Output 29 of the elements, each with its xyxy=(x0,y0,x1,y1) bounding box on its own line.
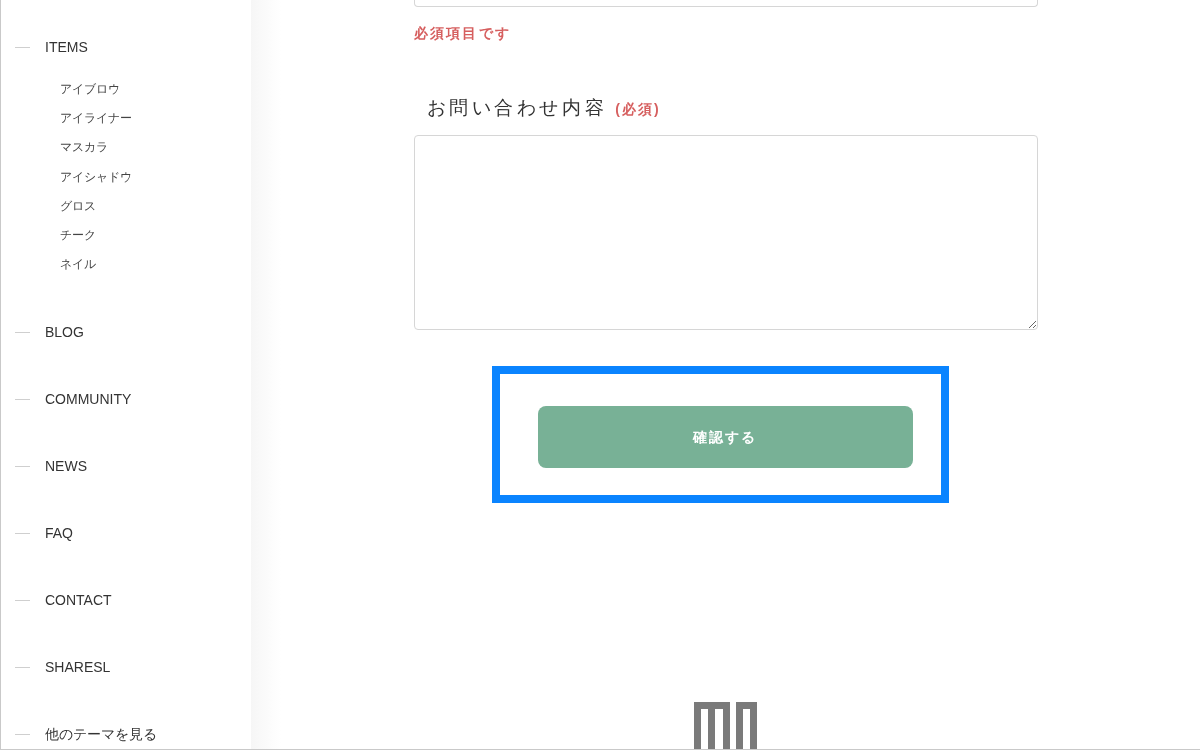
sidebar-sublink[interactable]: アイシャドウ xyxy=(60,168,132,185)
sidebar-sublink[interactable]: アイブロウ xyxy=(60,80,120,97)
sidebar-link[interactable]: CONTACT xyxy=(45,590,112,611)
sidebar-link[interactable]: 他のテーマを見る xyxy=(45,724,157,745)
sidebar-sublink[interactable]: ネイル xyxy=(60,256,96,273)
sidebar-link[interactable]: BLOG xyxy=(45,322,84,343)
sidebar-link[interactable]: COMMUNITY xyxy=(45,389,132,410)
dash-icon xyxy=(15,46,30,48)
sidebar-sublink[interactable]: マスカラ xyxy=(60,139,108,156)
required-mark: (必須) xyxy=(615,100,661,119)
dash-icon xyxy=(15,398,30,400)
message-textarea[interactable] xyxy=(413,135,1038,330)
dash-icon xyxy=(15,599,30,601)
sidebar-sublink[interactable]: グロス xyxy=(60,197,96,214)
error-message: 必須項目です xyxy=(413,24,512,43)
dash-icon xyxy=(15,465,30,467)
sidebar-link[interactable]: SHARESL xyxy=(45,657,111,678)
dash-icon xyxy=(15,666,30,668)
sidebar-sublink[interactable]: チーク xyxy=(60,227,96,244)
sidebar-link[interactable]: NEWS xyxy=(45,456,87,477)
sidebar-link[interactable]: FAQ xyxy=(45,523,73,544)
sidebar-sublink[interactable]: アイライナー xyxy=(60,109,132,126)
input-field[interactable] xyxy=(413,0,1038,7)
field-label: お問い合わせ内容 xyxy=(426,96,608,120)
logo-icon xyxy=(694,702,757,749)
sidebar-link[interactable]: ITEMS xyxy=(45,37,88,57)
dash-icon xyxy=(15,331,30,333)
dash-icon xyxy=(15,733,30,735)
dash-icon xyxy=(15,532,30,534)
